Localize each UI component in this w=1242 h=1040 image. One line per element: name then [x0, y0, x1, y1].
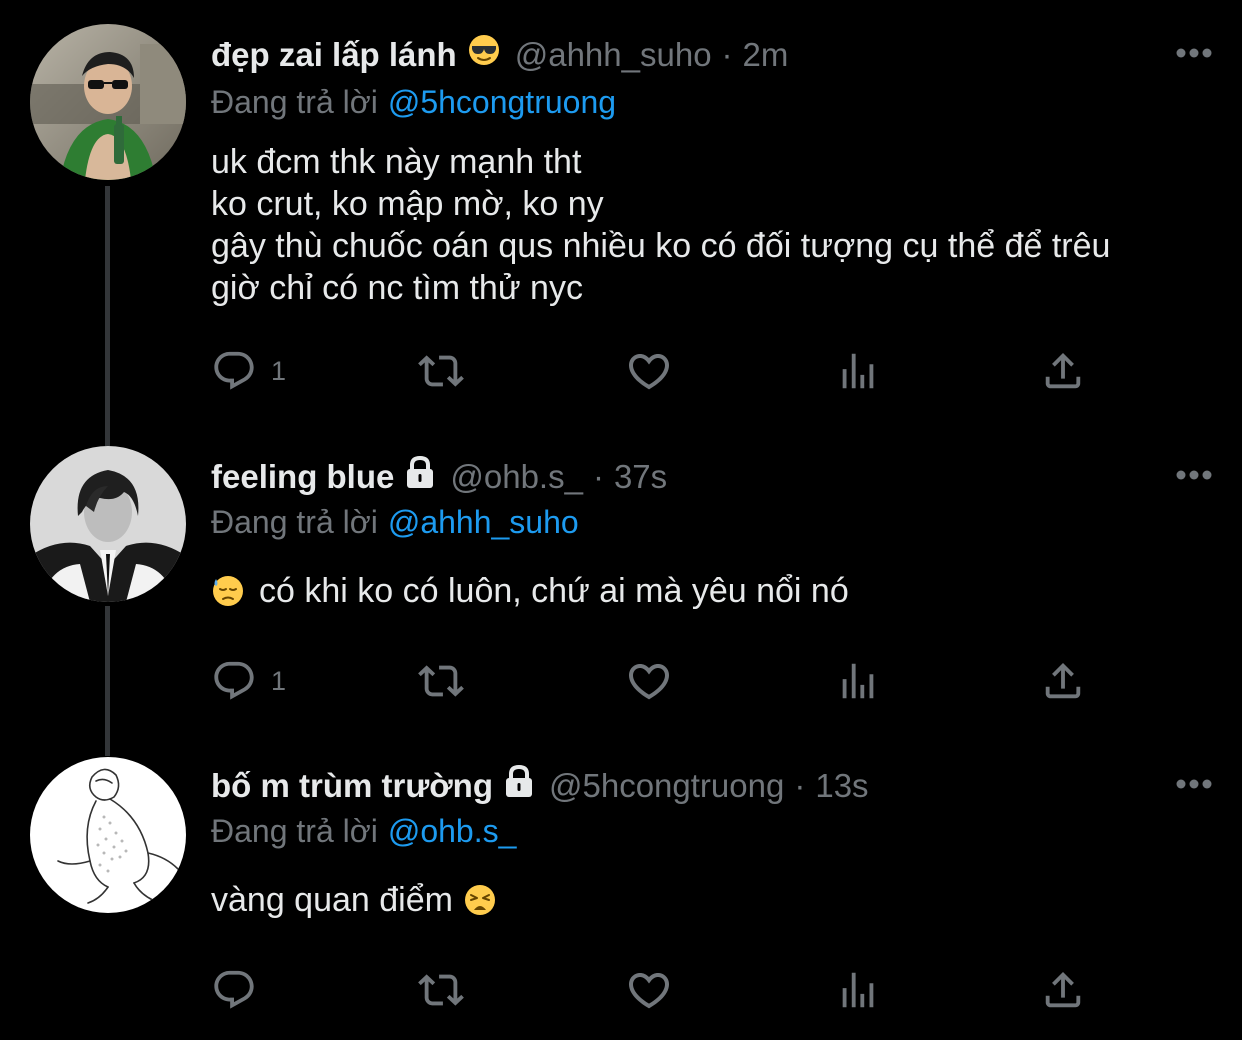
replying-to: Đang trả lời @5hcongtruong — [211, 80, 616, 124]
heart-icon — [628, 973, 670, 1009]
avatar-photo — [30, 757, 186, 913]
user-handle[interactable]: @ohb.s_ — [450, 455, 583, 499]
share-button[interactable] — [1040, 654, 1086, 708]
reply-button[interactable] — [211, 963, 271, 1017]
share-button[interactable] — [1040, 963, 1086, 1017]
share-upload-icon — [1045, 971, 1081, 1008]
views-button[interactable] — [835, 963, 881, 1017]
speech-bubble-icon — [214, 351, 254, 390]
replying-to: Đang trả lời @ohb.s_ — [211, 809, 516, 853]
tweet-text-line: ko crut, ko mập mờ, ko ny — [211, 185, 604, 223]
reply-count: 1 — [271, 665, 287, 696]
lock-icon — [404, 455, 436, 500]
tweet-text: uk đcm thk này mạnh tht ko crut, ko mập … — [211, 141, 1110, 309]
views-button[interactable] — [835, 344, 881, 398]
more-dots-icon[interactable] — [1176, 777, 1212, 791]
tweet-text-line: có khi ko có luôn, chứ ai mà yêu nổi nó — [259, 572, 849, 610]
separator-dot: · — [794, 767, 806, 804]
reply-button[interactable]: 1 — [211, 654, 286, 708]
separator-dot: · — [721, 36, 733, 73]
tweet-text: có khi ko có luôn, chứ ai mà yêu nổi nó — [211, 570, 849, 618]
replying-to-handle-link[interactable]: @ohb.s_ — [388, 813, 517, 849]
display-name[interactable]: đẹp zai lấp lánh — [211, 33, 457, 77]
timestamp[interactable]: 37s — [614, 455, 667, 499]
reply-button[interactable]: 1 — [211, 344, 286, 398]
share-button[interactable] — [1040, 344, 1086, 398]
bar-chart-icon — [842, 972, 874, 1008]
tweet-actions — [211, 963, 1111, 1017]
tweet-actions: 1 — [211, 344, 1111, 398]
speech-bubble-icon — [214, 661, 254, 700]
timestamp[interactable]: 2m — [743, 33, 789, 77]
retweet-button[interactable] — [415, 963, 467, 1017]
replying-to-handle-link[interactable]: @5hcongtruong — [388, 84, 616, 120]
tweet-text: vàng quan điểm — [211, 879, 497, 927]
speech-bubble-icon — [214, 970, 254, 1009]
display-name[interactable]: bố m trùm trường — [211, 764, 493, 808]
separator-dot: · — [592, 458, 604, 495]
retweet-button[interactable] — [415, 344, 467, 398]
replying-to-label: Đang trả lời — [211, 813, 378, 849]
heart-icon — [628, 664, 670, 700]
tweet-text-line: uk đcm thk này mạnh tht — [211, 143, 582, 181]
sunglasses-emoji-icon — [467, 33, 501, 78]
tweet-text-line: gây thù chuốc oán qus nhiều ko có đối tư… — [211, 227, 1111, 265]
bar-chart-icon — [842, 663, 874, 699]
retweet-icon — [418, 665, 464, 697]
share-upload-icon — [1045, 662, 1081, 699]
more-dots-icon[interactable] — [1176, 468, 1212, 482]
like-button[interactable] — [625, 344, 673, 398]
views-button[interactable] — [835, 654, 881, 708]
replying-to: Đang trả lời @ahhh_suho — [211, 500, 579, 544]
user-handle[interactable]: @ahhh_suho — [515, 33, 712, 77]
replying-to-handle-link[interactable]: @ahhh_suho — [388, 504, 579, 540]
tweet[interactable]: bố m trùm trường @5hcongtruong · 13s Đan… — [0, 729, 1242, 1039]
retweet-icon — [418, 974, 464, 1006]
heart-icon — [628, 354, 670, 390]
reply-count: 1 — [271, 355, 287, 386]
tweet-header: đẹp zai lấp lánh @ahhh_suho · 2m — [211, 33, 788, 77]
tweet[interactable]: feeling blue @ohb.s_ · 37s Đang trả lời @… — [0, 420, 1242, 730]
like-button[interactable] — [625, 963, 673, 1017]
retweet-button[interactable] — [415, 654, 467, 708]
tweet-text-line: giờ chỉ có nc tìm thử nyc — [211, 269, 583, 307]
tweet-text-line: vàng quan điểm — [211, 881, 453, 919]
share-upload-icon — [1045, 352, 1081, 389]
avatar-photo — [30, 24, 186, 180]
user-handle[interactable]: @5hcongtruong — [549, 764, 784, 808]
weary-face-emoji-icon — [463, 883, 497, 927]
retweet-icon — [418, 355, 464, 387]
tweet[interactable]: đẹp zai lấp lánh @ahhh_suho · 2m Đang tr… — [0, 0, 1242, 390]
avatar[interactable] — [30, 446, 186, 602]
timestamp[interactable]: 13s — [815, 764, 868, 808]
avatar[interactable] — [30, 24, 186, 180]
tweet-header: feeling blue @ohb.s_ · 37s — [211, 455, 667, 499]
reply-thread: đẹp zai lấp lánh @ahhh_suho · 2m Đang tr… — [0, 0, 1242, 1040]
replying-to-label: Đang trả lời — [211, 504, 378, 540]
bar-chart-icon — [842, 353, 874, 389]
avatar-photo — [30, 446, 186, 602]
like-button[interactable] — [625, 654, 673, 708]
display-name[interactable]: feeling blue — [211, 455, 394, 499]
avatar[interactable] — [30, 757, 186, 913]
tweet-actions: 1 — [211, 654, 1111, 708]
tweet-header: bố m trùm trường @5hcongtruong · 13s — [211, 764, 869, 808]
lock-icon — [503, 764, 535, 809]
downcast-face-with-sweat-emoji-icon — [211, 574, 245, 618]
replying-to-label: Đang trả lời — [211, 84, 378, 120]
more-dots-icon[interactable] — [1176, 46, 1212, 60]
